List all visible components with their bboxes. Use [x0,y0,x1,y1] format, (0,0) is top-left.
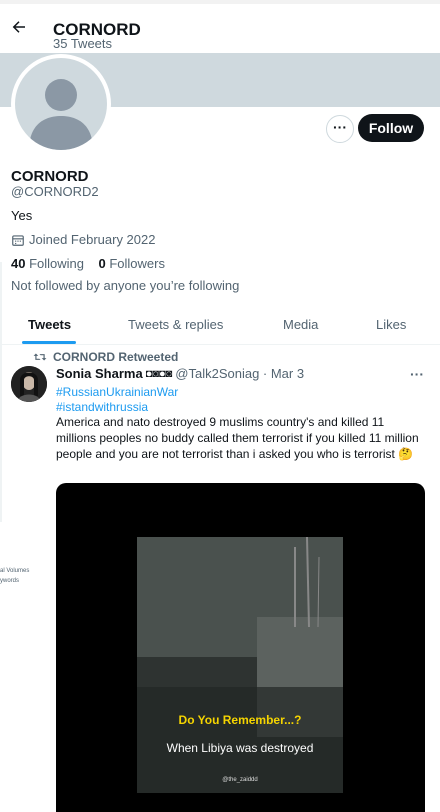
top-border [0,0,440,4]
side-line-2: ywords [0,578,20,584]
video-caption-title: Do You Remember...? [178,713,302,727]
joined-text: Joined February 2022 [29,232,156,247]
video-frame: Do You Remember...? When Libiya was dest… [137,537,343,793]
tweet-header: Sonia Sharma ◘◙◘◙ @Talk2Soniag · Mar 3 [56,366,304,381]
hashtag-link[interactable]: #istandwithrussia [56,400,148,414]
hashtag-link[interactable]: #RussianUkrainianWar [56,385,178,399]
retweeter-link[interactable]: CORNORD Retweeted [53,350,178,364]
tweet-handle-date[interactable]: @Talk2Soniag · Mar 3 [175,366,304,381]
profile-tabs: Tweets Tweets & replies Media Likes [0,308,440,345]
video-caption-subtitle: When Libiya was destroyed [166,741,314,755]
followers-link[interactable]: 0 Followers [98,256,164,271]
retweet-icon [33,353,47,361]
tweet-author-avatar[interactable] [11,366,47,402]
profile-stats: 40 Following 0 Followers [11,256,165,271]
tab-likes[interactable]: Likes [376,317,406,332]
tweet-author-name[interactable]: Sonia Sharma [56,366,143,381]
profile-name: CORNORD [11,168,89,185]
calendar-icon [12,234,24,246]
following-link[interactable]: 40 Following [11,256,84,271]
tweet-video[interactable]: Do You Remember...? When Libiya was dest… [56,483,425,812]
tweet-more-icon[interactable]: ··· [410,366,424,382]
tweet-text: America and nato destroyed 9 muslims cou… [56,415,419,461]
header-tweet-count: 35 Tweets [53,36,113,51]
author-photo [11,366,47,402]
profile-joined: Joined February 2022 [11,232,155,247]
retweet-indicator: CORNORD Retweeted [33,350,178,364]
profile-bio: Yes [11,208,33,223]
default-avatar-icon [29,79,93,150]
follow-button[interactable]: Follow [358,114,424,142]
side-line-1: al Volumes [0,568,30,574]
profile-handle: @CORNORD2 [11,184,99,199]
profile-header: CORNORD 35 Tweets [0,8,440,52]
active-tab-indicator [22,341,76,344]
video-watermark: @the_zaiddd [222,777,258,783]
left-divider [0,262,2,522]
tab-tweets[interactable]: Tweets [28,317,71,332]
more-options-button[interactable]: ··· [326,115,354,143]
side-fragment: al Volumes ywords [0,566,29,586]
tab-media[interactable]: Media [283,317,318,332]
followed-by-note: Not followed by anyone you’re following [11,278,240,293]
tab-tweets-replies[interactable]: Tweets & replies [128,317,223,332]
profile-avatar[interactable] [11,54,111,154]
back-arrow-icon[interactable] [10,18,28,36]
author-badges: ◘◙◘◙ [145,367,173,380]
